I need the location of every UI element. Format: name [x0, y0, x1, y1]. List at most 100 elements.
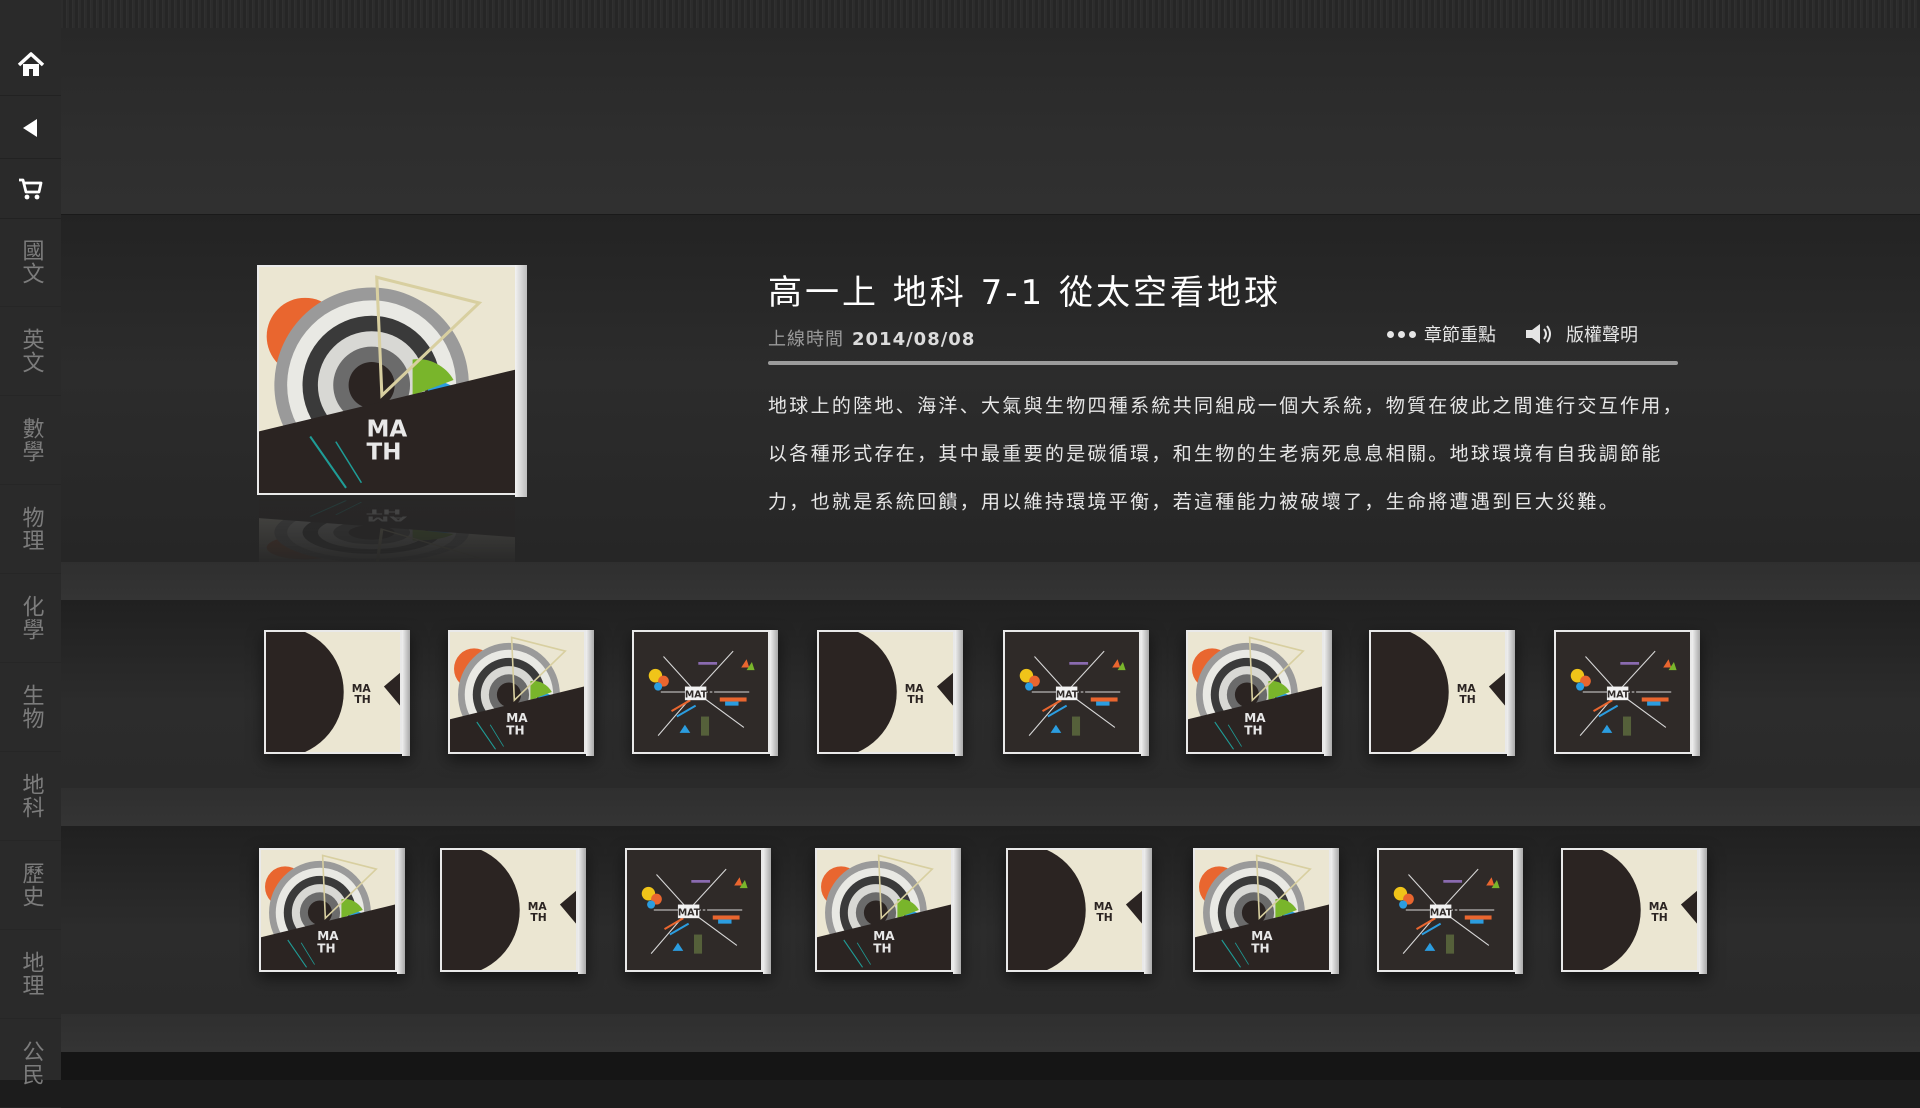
- featured-book[interactable]: [259, 265, 527, 497]
- copyright-label: 版權聲明: [1566, 325, 1638, 346]
- copyright-button[interactable]: 版權聲明: [1524, 321, 1638, 347]
- book-cover: [1369, 630, 1507, 754]
- shelf-book[interactable]: [1193, 848, 1339, 976]
- date-label: 上線時間: [768, 329, 844, 350]
- book-spine: [770, 630, 778, 756]
- book-spine: [1324, 630, 1332, 756]
- shelf-book[interactable]: [264, 630, 410, 758]
- top-panel: [61, 28, 1920, 215]
- subject-label: 英文: [18, 328, 44, 374]
- book-spine: [1699, 848, 1707, 974]
- featured-book-spine: [515, 265, 527, 497]
- shelf-book[interactable]: [1186, 630, 1332, 758]
- book-spine: [1144, 848, 1152, 974]
- book-cover: [817, 630, 955, 754]
- cart-button[interactable]: [0, 158, 61, 219]
- book-spine: [1331, 848, 1339, 974]
- sidebar: 國文 英文 數學 物理 化學 生物 地科 歷史 地理 公民: [0, 0, 62, 1108]
- publish-date: 2014/08/08: [852, 329, 976, 350]
- subject-item[interactable]: 物理: [0, 485, 61, 574]
- main-area: 高一上 地科 7-1 從太空看地球 上線時間 2014/08/08 章節重點 版權…: [61, 0, 1920, 1080]
- subject-item[interactable]: 國文: [0, 218, 61, 307]
- book-spine: [397, 848, 405, 974]
- shelf-book[interactable]: [1561, 848, 1707, 976]
- subject-label: 公民: [18, 1040, 44, 1086]
- book-spine: [1515, 848, 1523, 974]
- shelf-lip: [61, 1014, 1920, 1052]
- book-actions: 章節重點 版權聲明: [1387, 321, 1638, 347]
- book-detail-panel: 高一上 地科 7-1 從太空看地球 上線時間 2014/08/08 章節重點 版權…: [61, 215, 1920, 562]
- book-cover: [440, 848, 578, 972]
- subject-label: 物理: [18, 506, 44, 552]
- book-cover: [448, 630, 586, 754]
- cart-icon: [18, 178, 42, 200]
- subject-label: 數學: [18, 417, 44, 463]
- book-cover: [815, 848, 953, 972]
- home-icon: [17, 52, 44, 76]
- book-spine: [402, 630, 410, 756]
- shelf-book[interactable]: [815, 848, 961, 976]
- book-cover: [264, 630, 402, 754]
- book-cover: [1377, 848, 1515, 972]
- book-cover: [1003, 630, 1141, 754]
- shelf-book[interactable]: [632, 630, 778, 758]
- back-button[interactable]: [0, 98, 61, 159]
- book-spine: [953, 848, 961, 974]
- more-dots-icon: [1387, 330, 1416, 338]
- subject-label: 生物: [18, 684, 44, 730]
- book-description: 地球上的陸地、海洋、大氣與生物四種系統共同組成一個大系統，物質在彼此之間進行交互…: [768, 395, 1684, 513]
- subject-item[interactable]: 生物: [0, 663, 61, 752]
- subject-item[interactable]: 地科: [0, 752, 61, 841]
- book-spine: [578, 848, 586, 974]
- shelf-book[interactable]: [259, 848, 405, 976]
- book-meta: 上線時間 2014/08/08: [768, 325, 975, 351]
- shelf-book[interactable]: [817, 630, 963, 758]
- book-cover: [1193, 848, 1331, 972]
- subject-label: 歷史: [18, 862, 44, 908]
- book-spine: [586, 630, 594, 756]
- subject-item[interactable]: 公民: [0, 1019, 61, 1108]
- shelf-book[interactable]: [440, 848, 586, 976]
- subject-item[interactable]: 數學: [0, 396, 61, 485]
- book-spine: [1141, 630, 1149, 756]
- book-cover: [625, 848, 763, 972]
- shelf-book[interactable]: [448, 630, 594, 758]
- book-cover: [1186, 630, 1324, 754]
- featured-book-reflection: [259, 499, 515, 569]
- subject-label: 化學: [18, 595, 44, 641]
- book-cover: [259, 848, 397, 972]
- book-spine: [955, 630, 963, 756]
- top-texture: [61, 0, 1920, 28]
- shelf-book[interactable]: [1377, 848, 1523, 976]
- shelf-book[interactable]: [625, 848, 771, 976]
- subject-item[interactable]: 地理: [0, 930, 61, 1019]
- back-icon: [22, 119, 37, 137]
- bottom-strip: [61, 1052, 1920, 1080]
- book-cover: [632, 630, 770, 754]
- home-button[interactable]: [0, 35, 61, 96]
- book-cover: [1006, 848, 1144, 972]
- subject-label: 地科: [18, 773, 44, 819]
- book-cover: [1561, 848, 1699, 972]
- book-spine: [1507, 630, 1515, 756]
- subject-item[interactable]: 化學: [0, 574, 61, 663]
- shelf-book[interactable]: [1003, 630, 1149, 758]
- subject-item[interactable]: 歷史: [0, 841, 61, 930]
- shelf-lip: [61, 562, 1920, 600]
- subject-item[interactable]: 英文: [0, 307, 61, 396]
- chapter-highlights-button[interactable]: 章節重點: [1387, 321, 1496, 347]
- title-divider: [768, 361, 1678, 365]
- speaker-icon: [1526, 324, 1551, 344]
- shelf-lip: [61, 788, 1920, 826]
- book-spine: [1692, 630, 1700, 756]
- shelf-book[interactable]: [1006, 848, 1152, 976]
- book-cover: [1554, 630, 1692, 754]
- shelf-book[interactable]: [1369, 630, 1515, 758]
- subject-label: 地理: [18, 951, 44, 997]
- subject-list: 國文 英文 數學 物理 化學 生物 地科 歷史 地理 公民: [0, 218, 61, 1108]
- shelf-book[interactable]: [1554, 630, 1700, 758]
- featured-book-cover: [259, 267, 515, 493]
- book-title: 高一上 地科 7-1 從太空看地球: [768, 273, 1281, 313]
- book-spine: [763, 848, 771, 974]
- chapter-highlights-label: 章節重點: [1424, 325, 1496, 346]
